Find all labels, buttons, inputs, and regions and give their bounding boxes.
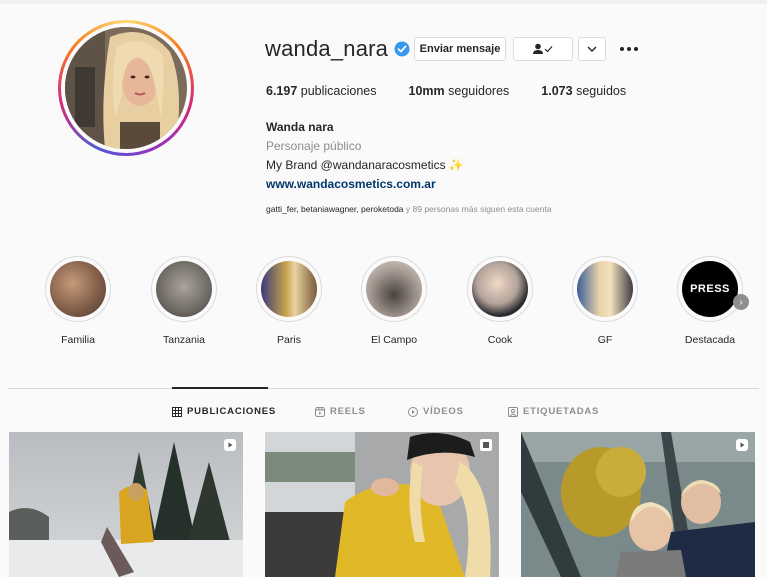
tab-videos[interactable]: VÍDEOS — [408, 406, 464, 417]
following-button[interactable] — [513, 37, 573, 61]
highlight-gf[interactable]: GF — [555, 256, 655, 346]
highlight-familia[interactable]: Familia — [28, 256, 128, 346]
highlight-paris[interactable]: Paris — [239, 256, 339, 346]
tab-publicaciones[interactable]: PUBLICACIONES — [172, 406, 276, 417]
post-thumbnail[interactable] — [265, 432, 499, 577]
reels-icon — [315, 406, 325, 417]
top-bar-edge — [0, 0, 767, 4]
person-check-icon — [533, 43, 553, 54]
tab-reels[interactable]: REELS — [315, 406, 366, 417]
category: Personaje público — [266, 139, 362, 153]
post-thumbnail[interactable] — [521, 432, 755, 577]
active-tab-indicator — [172, 387, 268, 389]
avatar — [65, 27, 187, 149]
followed-by[interactable]: gatti_fer, betaniawagner, peroketoda y 8… — [266, 204, 551, 214]
highlights-next-button[interactable]: › — [733, 294, 749, 310]
chevron-down-icon — [587, 46, 597, 52]
suggested-accounts-button[interactable] — [578, 37, 606, 61]
highlight-cook[interactable]: Cook — [450, 256, 550, 346]
reel-icon — [736, 439, 748, 451]
send-message-button[interactable]: Enviar mensaje — [414, 37, 506, 61]
tab-etiquetadas[interactable]: ETIQUETADAS — [508, 406, 599, 417]
website-link[interactable]: www.wandacosmetics.com.ar — [266, 175, 464, 194]
profile-avatar-ring[interactable] — [58, 20, 194, 156]
highlight-tanzania[interactable]: Tanzania — [134, 256, 234, 346]
post-thumbnail[interactable] — [9, 432, 243, 577]
highlight-el-campo[interactable]: El Campo — [344, 256, 444, 346]
tagged-icon — [508, 406, 518, 417]
grid-icon — [172, 406, 182, 417]
posts-count: 6.197 publicaciones — [266, 84, 377, 98]
profile-stats: 6.197 publicaciones 10mm seguidores 1.07… — [266, 84, 658, 98]
followers-count[interactable]: 10mm seguidores — [409, 84, 510, 98]
profile-header: wanda_nara — [265, 36, 410, 62]
reel-icon — [480, 439, 492, 451]
tabs-divider — [8, 388, 759, 389]
video-icon — [408, 406, 418, 417]
following-count[interactable]: 1.073 seguidos — [541, 84, 626, 98]
press-cover: PRESS — [682, 261, 738, 317]
bio-line: My Brand @wandanaracosmetics ✨ — [266, 158, 464, 172]
verified-badge-icon — [394, 41, 410, 57]
full-name: Wanda nara — [266, 120, 334, 134]
username: wanda_nara — [265, 36, 389, 61]
profile-bio: Wanda nara Personaje público My Brand @w… — [266, 118, 464, 194]
more-options-icon[interactable] — [618, 38, 640, 60]
reel-icon — [224, 439, 236, 451]
